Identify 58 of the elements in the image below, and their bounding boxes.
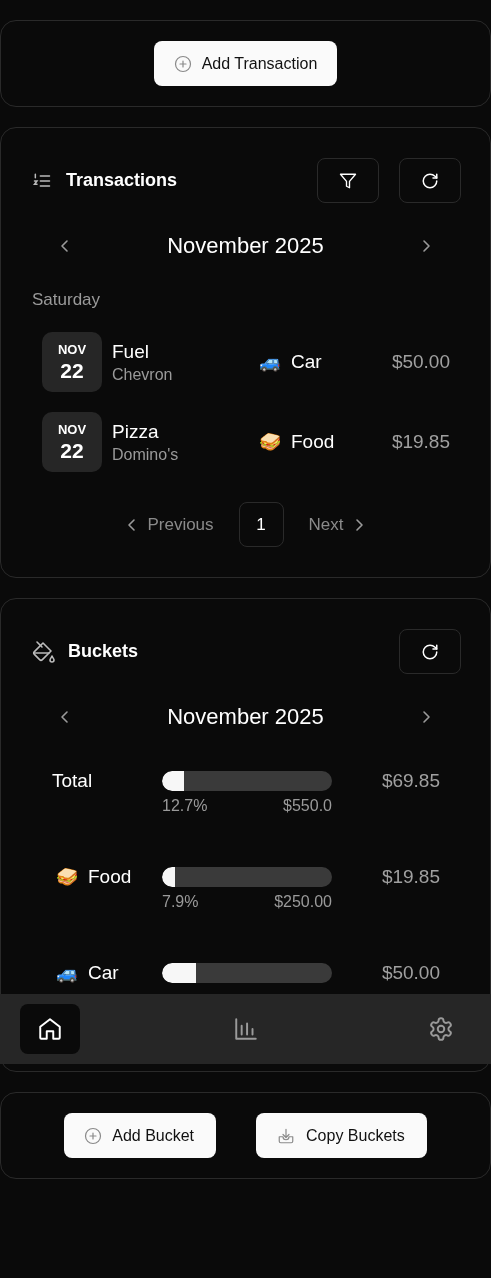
chevron-left-icon	[60, 710, 70, 724]
filter-button[interactable]	[317, 158, 379, 203]
category-name: Car	[291, 351, 322, 373]
chevron-left-icon	[127, 517, 138, 532]
filter-icon	[339, 171, 357, 190]
bucket-name: Total	[52, 770, 93, 792]
page-button[interactable]: 1	[238, 502, 284, 547]
chevron-right-icon	[421, 239, 431, 253]
section-title: Transactions	[66, 170, 179, 191]
transaction-amount: $50.00	[391, 351, 450, 373]
spent-amount: $69.85	[381, 769, 440, 793]
day-heading: Saturday	[32, 290, 102, 310]
percent-label: 7.9%	[162, 893, 199, 912]
spent-amount: $50.00	[381, 961, 440, 985]
merchant-name: Chevron	[112, 365, 174, 384]
paint-bucket-icon	[32, 639, 56, 664]
date-day: 22	[60, 358, 84, 383]
plus-circle-icon	[84, 1126, 103, 1145]
bucket-icon: 🥪	[56, 866, 78, 888]
home-icon	[37, 1016, 63, 1042]
budget-label: $250.00	[274, 893, 332, 912]
percent-label: 12.7%	[162, 797, 208, 816]
month-title: November 2025	[167, 233, 324, 259]
month-title: November 2025	[167, 704, 324, 730]
bar-chart-icon	[232, 1016, 259, 1042]
transaction-row[interactable]: NOV 22 Pizza Domino's 🥪 Food $19.85	[1, 412, 490, 472]
add-transaction-button[interactable]: Add Transaction	[153, 41, 338, 86]
copy-buckets-button[interactable]: Copy Buckets	[256, 1113, 427, 1158]
category-name: Food	[291, 431, 335, 453]
refresh-button[interactable]	[399, 158, 461, 203]
transaction-amount: $19.85	[391, 431, 450, 453]
transaction-name: Pizza	[112, 420, 160, 443]
category-icon: 🚙	[259, 351, 281, 373]
add-bucket-button[interactable]: Add Bucket	[64, 1113, 217, 1158]
bucket-icon: 🚙	[56, 962, 78, 984]
chevron-right-icon	[353, 517, 364, 532]
next-page-link[interactable]: Next	[308, 514, 364, 535]
chevron-left-icon	[60, 239, 70, 253]
refresh-icon	[421, 642, 439, 661]
plus-circle-icon	[173, 54, 192, 73]
bucket-name: Car	[88, 962, 119, 984]
nav-tab[interactable]	[20, 1004, 80, 1054]
refresh-button[interactable]	[399, 629, 461, 674]
previous-page-link[interactable]: Previous	[127, 514, 214, 535]
date-day: 22	[60, 438, 84, 463]
chevron-right-icon	[421, 710, 431, 724]
section-title: Buckets	[68, 641, 140, 662]
transaction-row[interactable]: NOV 22 Fuel Chevron 🚙 Car $50.00	[1, 332, 490, 392]
settings-icon	[428, 1016, 454, 1042]
date-month: NOV	[57, 421, 87, 437]
bucket-name: Food	[88, 866, 132, 888]
spent-amount: $19.85	[381, 865, 440, 889]
date-month: NOV	[57, 341, 87, 357]
budget-label: $550.0	[283, 797, 332, 816]
category-icon: 🥪	[259, 431, 281, 453]
refresh-icon	[421, 171, 439, 190]
merchant-name: Domino's	[112, 445, 180, 464]
transaction-name: Fuel	[112, 340, 150, 363]
